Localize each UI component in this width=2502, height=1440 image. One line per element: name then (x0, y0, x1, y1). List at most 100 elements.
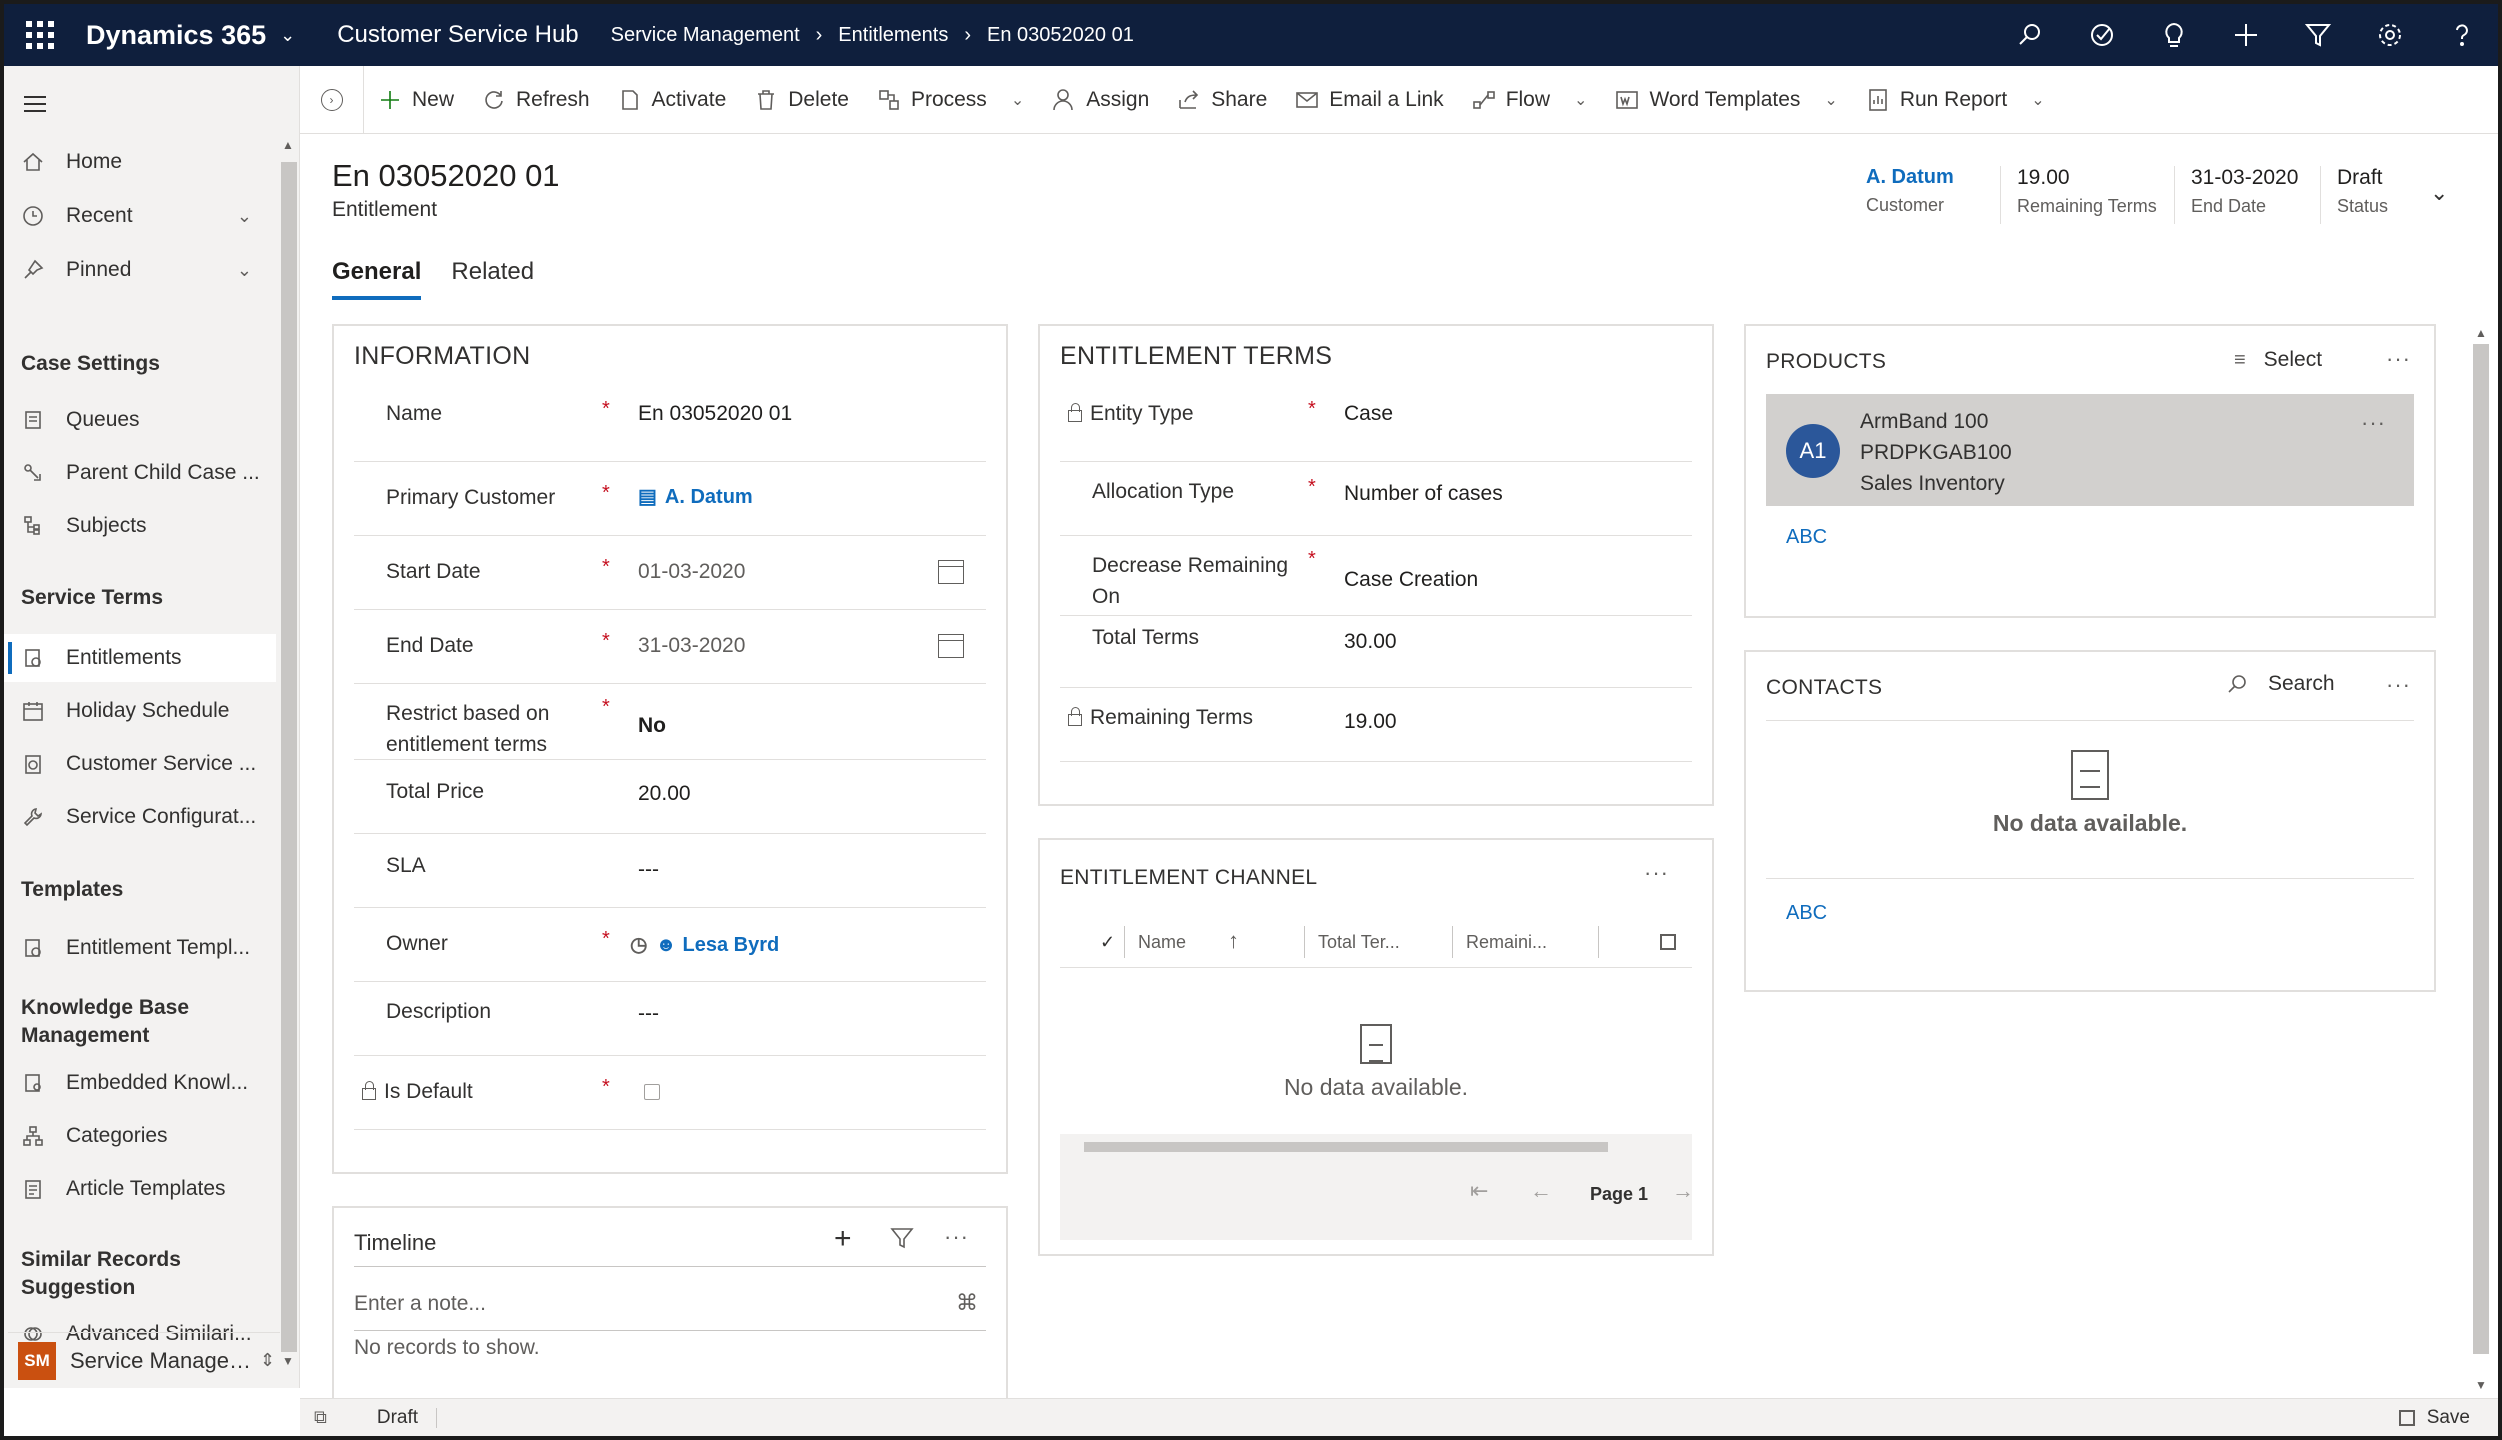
sidebar-item-entitlements[interactable]: Entitlements (4, 634, 276, 682)
scrollbar-thumb[interactable] (2473, 344, 2489, 1354)
new-button[interactable]: New (364, 66, 468, 134)
end-date-input[interactable]: 31-03-2020 (638, 634, 745, 658)
header-customer-link[interactable]: A. Datum (1866, 166, 1984, 189)
total-price-input[interactable]: 20.00 (638, 782, 691, 806)
name-input[interactable]: En 03052020 01 (638, 402, 792, 426)
help-icon[interactable] (2426, 4, 2498, 66)
sidebar-item-entitlement-templates[interactable]: Entitlement Templ... (4, 924, 276, 972)
alpha-jump-link[interactable]: ABC (1786, 526, 1827, 549)
more-options-icon[interactable]: ··· (2386, 672, 2411, 698)
process-button[interactable]: Process ⌄ (863, 66, 1038, 134)
column-header-name[interactable]: Name (1138, 932, 1186, 953)
restrict-toggle[interactable]: No (638, 714, 666, 738)
plus-icon[interactable] (2210, 4, 2282, 66)
area-switcher[interactable]: SM Service Managem... ⇕ (8, 1332, 280, 1388)
email-link-button[interactable]: Email a Link (1281, 66, 1457, 134)
sort-ascending-icon[interactable]: ↑ (1228, 928, 1239, 954)
sidebar-item-subjects[interactable]: Subjects (4, 502, 276, 550)
search-button[interactable]: Search (2226, 672, 2335, 696)
first-page-icon[interactable]: ⇤ (1470, 1178, 1488, 1204)
select-button[interactable]: ≡ Select (2234, 348, 2322, 372)
word-templates-button[interactable]: Word Templates ⌄ (1601, 66, 1851, 134)
refresh-button[interactable]: Refresh (468, 66, 604, 134)
scroll-up-icon[interactable]: ▲ (2475, 326, 2487, 340)
horizontal-scrollbar[interactable] (1084, 1142, 1608, 1152)
sidebar-item-embedded-knowledge[interactable]: Embedded Knowl... (4, 1059, 276, 1107)
start-date-input[interactable]: 01-03-2020 (638, 560, 745, 584)
previous-page-icon[interactable]: ← (1530, 1178, 1552, 1204)
search-icon[interactable] (1994, 4, 2066, 66)
sidebar-item-service-configuration[interactable]: Service Configurat... (4, 793, 276, 841)
sidebar-item-home[interactable]: Home (4, 138, 276, 186)
sidebar-item-queues[interactable]: Queues (4, 396, 276, 444)
scroll-up-icon[interactable]: ▲ (282, 138, 294, 152)
more-options-icon[interactable]: ··· (944, 1224, 969, 1250)
chevron-down-icon[interactable]: ⌄ (1574, 90, 1587, 110)
sidebar-item-parent-child-case[interactable]: Parent Child Case ... (4, 449, 276, 497)
next-page-icon[interactable]: → (1672, 1178, 1694, 1204)
alpha-jump-link[interactable]: ABC (1786, 902, 1827, 925)
is-default-checkbox[interactable] (644, 1084, 660, 1100)
sidebar-item-recent[interactable]: Recent ⌄ (4, 192, 276, 240)
hub-name[interactable]: Customer Service Hub (337, 21, 578, 49)
activate-button[interactable]: Activate (604, 66, 741, 134)
chevron-down-icon[interactable]: ⌄ (237, 260, 252, 281)
calendar-icon[interactable] (938, 634, 964, 658)
sidebar-item-article-templates[interactable]: Article Templates (4, 1165, 276, 1213)
chevron-down-icon[interactable]: ⌄ (1011, 90, 1024, 110)
sidebar-item-holiday-schedule[interactable]: Holiday Schedule (4, 687, 276, 735)
sidebar-item-pinned[interactable]: Pinned ⌄ (4, 246, 276, 294)
form-scrollbar[interactable]: ▲ ▼ (2470, 326, 2492, 1396)
delete-button[interactable]: Delete (740, 66, 863, 134)
more-options-icon[interactable]: ··· (1644, 860, 1669, 886)
sidebar-item-customer-service-schedule[interactable]: Customer Service ... (4, 740, 276, 788)
open-in-new-window-icon[interactable]: ⧉ (314, 1407, 327, 1428)
description-input[interactable]: --- (638, 1002, 659, 1026)
product-card[interactable]: A1 ArmBand 100 PRDPKGAB100 Sales Invento… (1766, 394, 2414, 506)
back-button[interactable]: › (300, 65, 364, 134)
calendar-icon[interactable] (938, 560, 964, 584)
tab-general[interactable]: General (332, 258, 422, 300)
more-options-icon[interactable]: ··· (2361, 410, 2386, 436)
sla-lookup[interactable]: --- (638, 858, 659, 882)
save-grid-icon[interactable] (1660, 934, 1676, 950)
scroll-down-icon[interactable]: ▼ (282, 1354, 294, 1368)
allocation-type-select[interactable]: Number of cases (1344, 482, 1503, 506)
app-launcher-button[interactable] (4, 4, 76, 66)
note-input[interactable]: Enter a note... (354, 1292, 934, 1326)
lightbulb-icon[interactable] (2138, 4, 2210, 66)
breadcrumb-area[interactable]: Service Management (611, 24, 800, 47)
tab-related[interactable]: Related (451, 258, 534, 300)
settings-icon[interactable] (2354, 4, 2426, 66)
attachment-icon[interactable]: ⌘ (956, 1290, 978, 1316)
filter-icon[interactable] (890, 1226, 914, 1256)
chevron-down-icon[interactable]: ⌄ (1824, 90, 1837, 110)
select-all-check-icon[interactable]: ✓ (1100, 932, 1115, 953)
chevron-down-icon[interactable]: ⌄ (280, 25, 295, 46)
more-options-icon[interactable]: ··· (2386, 346, 2411, 372)
task-icon[interactable] (2066, 4, 2138, 66)
chevron-down-icon[interactable]: ⌄ (2031, 90, 2044, 110)
column-header-remaining[interactable]: Remaini... (1466, 932, 1547, 953)
owner-lookup[interactable]: ◷ ☻ Lesa Byrd (630, 932, 779, 957)
flow-button[interactable]: Flow ⌄ (1458, 66, 1602, 134)
save-button[interactable]: Save (2398, 1407, 2470, 1429)
assign-button[interactable]: Assign (1038, 66, 1163, 134)
sidebar-item-categories[interactable]: Categories (4, 1112, 276, 1160)
scrollbar-thumb[interactable] (281, 162, 297, 1352)
total-terms-input[interactable]: 30.00 (1344, 630, 1397, 654)
breadcrumb-entity[interactable]: Entitlements (838, 24, 948, 47)
filter-icon[interactable] (2282, 4, 2354, 66)
add-icon[interactable]: + (834, 1222, 852, 1256)
app-name[interactable]: Dynamics 365 (86, 20, 266, 51)
header-expand-chevron-icon[interactable]: ⌄ (2430, 180, 2448, 206)
hamburger-icon[interactable] (24, 96, 46, 117)
chevron-down-icon[interactable]: ⌄ (237, 206, 252, 227)
decrease-remaining-select[interactable]: Case Creation (1344, 568, 1478, 592)
product-name[interactable]: ArmBand 100 (1860, 406, 2012, 437)
scroll-down-icon[interactable]: ▼ (2475, 1378, 2487, 1392)
share-button[interactable]: Share (1163, 66, 1281, 134)
primary-customer-lookup[interactable]: ▤ A. Datum (638, 484, 753, 509)
sidebar-scrollbar[interactable]: ▲ ▼ (277, 66, 299, 1388)
column-header-total-terms[interactable]: Total Ter... (1318, 932, 1400, 953)
